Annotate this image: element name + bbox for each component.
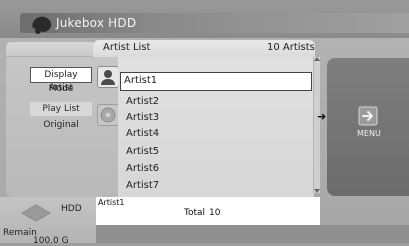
play-list-value: Original (43, 120, 79, 130)
info-bar (96, 197, 320, 225)
header-title: Jukebox HDD (56, 16, 137, 30)
list-item-label: Artist7 (126, 180, 160, 191)
person-icon[interactable] (97, 66, 119, 88)
list-item-label: Artist1 (124, 75, 158, 86)
bottom-strip (96, 225, 409, 243)
list-item[interactable]: Artist3 (123, 110, 309, 126)
disc-icon-glyph (100, 107, 116, 123)
list-item[interactable]: Artist4 (123, 126, 309, 142)
list-item-label: Artist3 (126, 112, 160, 123)
list-item-label: Artist4 (126, 128, 160, 139)
jukebox-screen: Jukebox HDD Artist List 10 Artists Displ… (0, 0, 409, 246)
list-item[interactable]: Artist5 (123, 144, 309, 160)
jukebox-icon (32, 16, 52, 34)
artist-count: 10 Artists (267, 42, 315, 53)
disc-icon[interactable] (97, 104, 119, 126)
display-mode-button[interactable]: Display Mode (30, 67, 92, 94)
list-item[interactable]: Artist2 (123, 94, 309, 110)
menu-label: MENU (357, 129, 381, 138)
tab-left[interactable] (6, 42, 96, 56)
tabs-row (0, 40, 409, 58)
hdd-icon (20, 204, 52, 222)
selected-artist: Artist1 (98, 198, 125, 207)
list-item[interactable]: Artist7 (123, 178, 309, 194)
remain-label: Remain (3, 228, 37, 238)
list-item[interactable]: Artist1 (120, 72, 312, 91)
person-icon-glyph (101, 70, 115, 85)
scroll-up-icon[interactable] (314, 57, 320, 61)
scroll-down-icon[interactable] (314, 189, 320, 193)
hdd-label: HDD (61, 204, 82, 214)
total-label: Total (184, 208, 206, 218)
list-item[interactable]: Artist6 (123, 161, 309, 177)
remain-value: 100.0 G (33, 236, 69, 246)
total-value: 10 (209, 208, 221, 218)
scrollbar[interactable] (313, 57, 320, 193)
display-mode-value: Artist (48, 83, 74, 93)
list-item-label: Artist6 (126, 163, 160, 174)
list-item-label: Artist2 (126, 96, 160, 107)
list-item-label: Artist5 (126, 146, 160, 157)
right-arrow-icon: ➜ (317, 110, 327, 123)
tab-artist-list-label: Artist List (103, 42, 151, 53)
menu-arrow-icon[interactable] (358, 105, 378, 127)
menu-panel[interactable] (327, 58, 409, 196)
play-list-button[interactable]: Play List (30, 102, 92, 116)
